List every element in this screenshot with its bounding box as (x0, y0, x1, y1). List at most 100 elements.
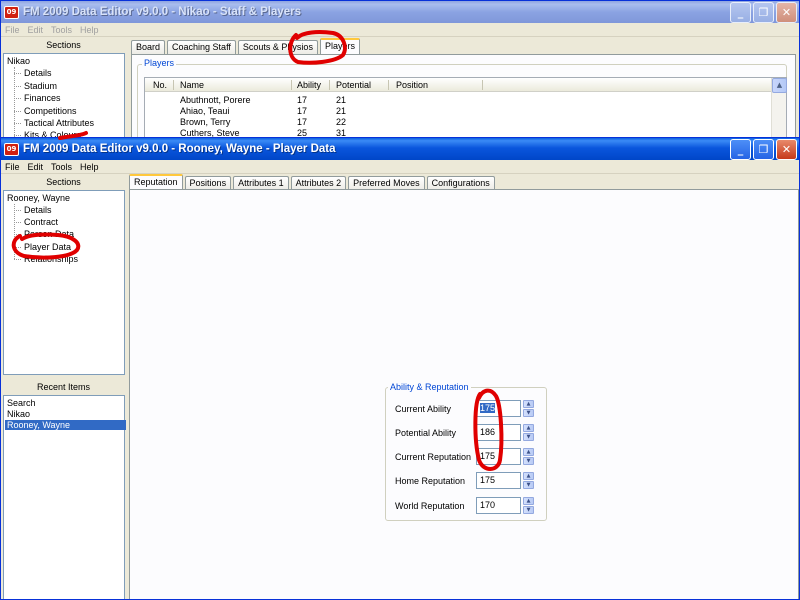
back-menubar: File Edit Tools Help (1, 23, 799, 37)
menu-file[interactable]: File (5, 25, 20, 35)
cell-name: Ahiao, Teaui (180, 106, 230, 116)
col-no[interactable]: No. (153, 80, 167, 90)
sections-header: Sections (46, 177, 81, 187)
reputation-page: Ability & Reputation Current Ability 175… (129, 189, 799, 599)
current-ability-input[interactable]: 175 (476, 400, 521, 417)
recent-items-header: Recent Items (36, 382, 91, 392)
front-tab-strip: Reputation Positions Attributes 1 Attrib… (129, 173, 497, 190)
menu-edit[interactable]: Edit (28, 25, 44, 35)
col-name[interactable]: Name (180, 80, 204, 90)
current-ability-label: Current Ability (395, 404, 452, 414)
cell-potential: 21 (336, 95, 347, 105)
front-window[interactable]: 09 FM 2009 Data Editor v9.0.0 - Rooney, … (0, 137, 800, 600)
tab-attributes-2[interactable]: Attributes 2 (290, 176, 347, 190)
potential-ability-label: Potential Ability (395, 428, 457, 438)
tree-item-contract[interactable]: Contract (24, 217, 58, 227)
cell-potential: 22 (336, 117, 347, 127)
back-window[interactable]: 09 FM 2009 Data Editor v9.0.0 - Nikao - … (0, 0, 800, 140)
tree-item-person-data[interactable]: Person Data (24, 229, 74, 239)
current-ability-stepper[interactable]: ▲ ▼ (523, 400, 534, 417)
spin-up-icon[interactable]: ▲ (523, 400, 534, 408)
list-item[interactable]: Search (7, 398, 36, 408)
tab-attributes-1[interactable]: Attributes 1 (233, 176, 289, 190)
scroll-up-icon[interactable]: ▲ (772, 78, 787, 93)
tree-root-rooney-wayne[interactable]: Rooney, Wayne (7, 193, 70, 203)
world-reputation-input[interactable]: 170 (476, 497, 521, 514)
list-item-selected[interactable]: Rooney, Wayne (5, 420, 126, 430)
menu-edit[interactable]: Edit (28, 162, 44, 172)
minimize-icon[interactable]: _ (730, 1, 751, 23)
tab-players[interactable]: Players (319, 38, 360, 54)
spin-down-icon[interactable]: ▼ (523, 433, 534, 441)
app-logo-icon: 09 (4, 142, 19, 156)
ability-reputation-title: Ability & Reputation (388, 382, 471, 392)
spin-up-icon[interactable]: ▲ (523, 424, 534, 432)
world-reputation-label: World Reputation (395, 501, 465, 511)
cell-ability: 17 (297, 117, 308, 127)
back-window-title: FM 2009 Data Editor v9.0.0 - Nikao - Sta… (23, 6, 302, 18)
front-menubar: File Edit Tools Help (1, 160, 799, 174)
tab-board[interactable]: Board (131, 40, 166, 54)
menu-help[interactable]: Help (80, 25, 99, 35)
tab-preferred-moves[interactable]: Preferred Moves (348, 176, 425, 190)
current-ability-value: 175 (480, 403, 496, 413)
col-ability[interactable]: Ability (297, 80, 321, 90)
app-logo-icon: 09 (4, 5, 19, 19)
current-reputation-stepper[interactable]: ▲ ▼ (523, 448, 534, 465)
close-icon[interactable]: ✕ (776, 1, 797, 23)
front-title-bar[interactable]: 09 FM 2009 Data Editor v9.0.0 - Rooney, … (1, 138, 799, 160)
tab-coaching-staff[interactable]: Coaching Staff (167, 40, 236, 54)
back-sections-tree[interactable]: Nikao Details Stadium Finances Competiti… (3, 53, 125, 139)
players-scrollbar[interactable]: ▲ (771, 78, 787, 139)
spin-down-icon[interactable]: ▼ (523, 506, 534, 514)
tree-item-competitions[interactable]: Competitions (24, 106, 77, 116)
tree-item-tactical-attributes[interactable]: Tactical Attributes (24, 118, 94, 128)
tree-item-stadium[interactable]: Stadium (24, 81, 57, 91)
tree-item-details[interactable]: Details (24, 205, 52, 215)
spin-up-icon[interactable]: ▲ (523, 472, 534, 480)
spin-down-icon[interactable]: ▼ (523, 481, 534, 489)
menu-tools[interactable]: Tools (51, 25, 72, 35)
menu-file[interactable]: File (5, 162, 20, 172)
cell-ability: 17 (297, 106, 308, 116)
menu-tools[interactable]: Tools (51, 162, 72, 172)
front-window-title: FM 2009 Data Editor v9.0.0 - Rooney, Way… (23, 143, 336, 155)
recent-items-list[interactable]: Search Nikao Rooney, Wayne (3, 395, 126, 599)
cell-name: Brown, Terry (180, 117, 231, 127)
current-reputation-input[interactable]: 175 (476, 448, 521, 465)
cell-potential: 21 (336, 106, 347, 116)
cell-ability: 17 (297, 95, 308, 105)
tab-reputation[interactable]: Reputation (129, 174, 183, 190)
close-icon[interactable]: ✕ (776, 138, 797, 160)
back-tab-strip: Board Coaching Staff Scouts & Physios Pl… (131, 38, 362, 54)
potential-ability-stepper[interactable]: ▲ ▼ (523, 424, 534, 441)
list-item[interactable]: Nikao (7, 409, 30, 419)
world-reputation-stepper[interactable]: ▲ ▼ (523, 497, 534, 514)
maximize-icon[interactable]: ❐ (753, 138, 774, 160)
players-grid[interactable]: No. Name Ability Potential Position Abut… (144, 77, 787, 139)
tree-item-details[interactable]: Details (24, 68, 52, 78)
col-position[interactable]: Position (396, 80, 428, 90)
menu-help[interactable]: Help (80, 162, 99, 172)
tab-positions[interactable]: Positions (184, 176, 232, 190)
potential-ability-input[interactable]: 186 (476, 424, 521, 441)
home-reputation-stepper[interactable]: ▲ ▼ (523, 472, 534, 489)
tab-scouts-physios[interactable]: Scouts & Physios (237, 40, 318, 54)
tree-item-relationships[interactable]: Relationships (24, 254, 78, 264)
spin-down-icon[interactable]: ▼ (523, 409, 534, 417)
tab-configurations[interactable]: Configurations (426, 176, 495, 190)
home-reputation-input[interactable]: 175 (476, 472, 521, 489)
sections-header: Sections (46, 40, 81, 50)
maximize-icon[interactable]: ❐ (753, 1, 774, 23)
front-sections-tree[interactable]: Rooney, Wayne Details Contract Person Da… (3, 190, 125, 375)
col-potential[interactable]: Potential (336, 80, 371, 90)
spin-down-icon[interactable]: ▼ (523, 457, 534, 465)
spin-up-icon[interactable]: ▲ (523, 497, 534, 505)
tree-item-finances[interactable]: Finances (24, 93, 61, 103)
back-title-bar[interactable]: 09 FM 2009 Data Editor v9.0.0 - Nikao - … (1, 1, 799, 23)
spin-up-icon[interactable]: ▲ (523, 448, 534, 456)
cell-name: Abuthnott, Porere (180, 95, 251, 105)
tree-root-nikao[interactable]: Nikao (7, 56, 30, 66)
minimize-icon[interactable]: _ (730, 138, 751, 160)
tree-item-player-data[interactable]: Player Data (24, 242, 71, 252)
